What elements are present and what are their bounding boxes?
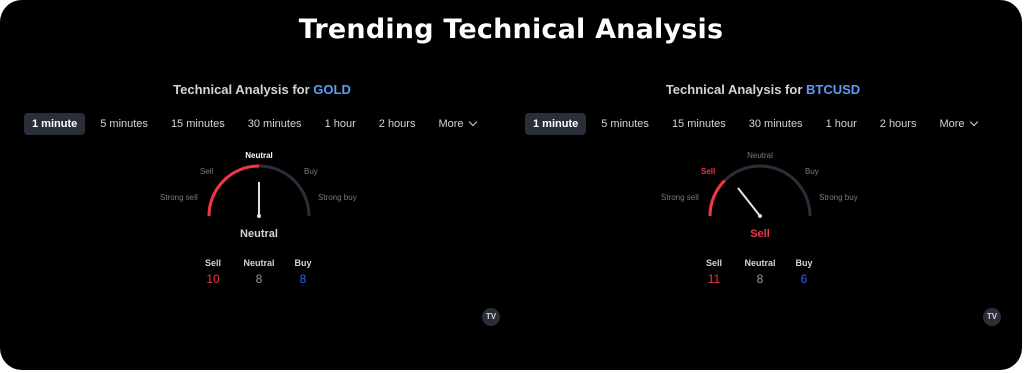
- gauge-label-sell: Sell: [200, 167, 214, 176]
- count-neutral: Neutral 8: [234, 258, 284, 286]
- gauge-label-strong-sell: Strong sell: [661, 193, 699, 202]
- count-sell-label: Sell: [705, 258, 722, 268]
- page-title: Trending Technical Analysis: [298, 14, 724, 45]
- gauge-label-neutral: Neutral: [245, 151, 273, 160]
- gauge-needle: [737, 187, 761, 217]
- gauge-label-strong-buy: Strong buy: [318, 193, 357, 202]
- count-neutral: Neutral 8: [735, 258, 785, 286]
- count-buy-label: Buy: [795, 258, 813, 268]
- tradingview-logo-icon[interactable]: TV: [482, 308, 500, 326]
- gauge-label-buy: Buy: [304, 167, 318, 176]
- gauge-active-arc: [708, 179, 726, 217]
- gauge-label-strong-sell: Strong sell: [160, 193, 198, 202]
- gauge-label-sell: Sell: [701, 167, 715, 176]
- count-neutral-value: 8: [756, 272, 764, 286]
- count-neutral-value: 8: [255, 272, 263, 286]
- trending-analysis-card: Trending Technical Analysis Technical An…: [0, 0, 1022, 370]
- gauge-active-arc: [207, 164, 260, 217]
- count-buy-value: 6: [800, 272, 808, 286]
- count-buy: Buy 6: [779, 258, 829, 286]
- gauge-result: Sell: [750, 228, 770, 240]
- signal-counts: Sell 10 Neutral 8 Buy 8: [22, 258, 502, 298]
- count-sell-label: Sell: [204, 258, 221, 268]
- technical-analysis-widget-btcusd: Technical Analysis for BTCUSD 1 minute 5…: [523, 70, 1003, 335]
- count-buy: Buy 8: [278, 258, 328, 286]
- count-sell: Sell 10: [188, 258, 238, 286]
- count-sell-value: 10: [206, 272, 220, 286]
- gauge-needle-hub: [758, 214, 762, 218]
- count-buy-label: Buy: [294, 258, 312, 268]
- count-buy-value: 8: [299, 272, 307, 286]
- count-neutral-label: Neutral: [744, 258, 776, 268]
- tradingview-logo-icon[interactable]: TV: [983, 308, 1001, 326]
- signal-counts: Sell 11 Neutral 8 Buy 6: [523, 258, 1003, 298]
- count-sell: Sell 11: [689, 258, 739, 286]
- gauge-label-neutral: Neutral: [747, 151, 773, 160]
- technical-analysis-widget-gold: Technical Analysis for GOLD 1 minute 5 m…: [22, 70, 502, 335]
- gauge-result: Neutral: [240, 228, 278, 240]
- gauge-label-buy: Buy: [805, 167, 819, 176]
- gauge-label-strong-buy: Strong buy: [819, 193, 858, 202]
- gauge-needle-hub: [257, 214, 261, 218]
- count-neutral-label: Neutral: [243, 258, 275, 268]
- gauge-track: [708, 164, 812, 217]
- count-sell-value: 11: [707, 272, 721, 286]
